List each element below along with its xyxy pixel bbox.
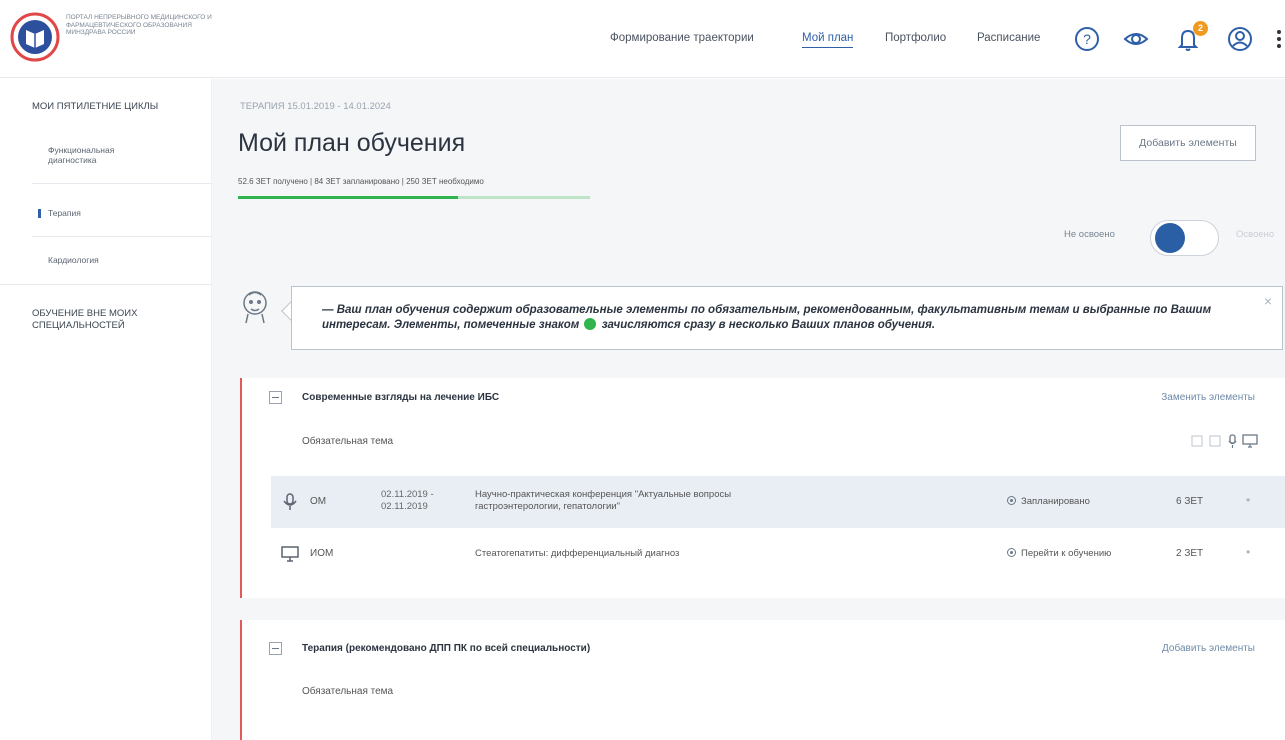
eye-icon[interactable] [1123, 26, 1149, 52]
mascot-icon [243, 291, 267, 324]
row-status[interactable]: Запланировано [1007, 496, 1090, 507]
mastered-toggle[interactable] [1150, 220, 1219, 256]
row-zet: 2 ЗЕТ [1176, 548, 1204, 559]
topic-card: Современные взгляды на лечение ИБС Замен… [240, 378, 1285, 598]
toggle-label-mastered: Освоено [1236, 229, 1275, 240]
collapse-icon[interactable] [269, 642, 282, 655]
sidebar-item-therapy[interactable]: Терапия [48, 208, 81, 218]
row-type: ИОМ [310, 548, 334, 559]
info-text-part2: зачисляются сразу в несколько Ваших план… [601, 319, 936, 331]
filter-icons[interactable] [1190, 433, 1260, 449]
divider [32, 183, 212, 184]
topic-title: Терапия (рекомендовано ДПП ПК по всей сп… [302, 643, 591, 654]
notification-badge: 2 [1193, 21, 1208, 36]
info-banner: — Ваш план обучения содержит образовател… [291, 286, 1283, 350]
status-label: Перейти к обучению [1021, 548, 1112, 559]
portal-logo-text: Портал непрерывного медицинского и фарма… [66, 14, 212, 36]
svg-text:?: ? [1083, 31, 1091, 47]
help-icon[interactable]: ? [1074, 26, 1100, 52]
monitor-icon [281, 546, 299, 562]
multi-plan-icon [584, 318, 597, 330]
table-row[interactable]: ОМ 02.11.2019 - 02.11.2019 Научно-практи… [271, 476, 1285, 528]
row-name-line1: Научно-практическая конференция "Актуаль… [475, 489, 732, 500]
subtopic-label: Обязательная тема [302, 436, 394, 447]
status-label: Запланировано [1021, 496, 1090, 507]
progress-fill [238, 196, 458, 199]
toggle-knob [1155, 223, 1185, 253]
nav-schedule[interactable]: Расписание [977, 32, 1040, 44]
sidebar-item-functional-diagnostics[interactable]: Функциональная диагностика [48, 145, 158, 165]
sidebar-item-cardiology[interactable]: Кардиология [48, 255, 99, 265]
info-text: — Ваш план обучения содержит образовател… [322, 303, 1212, 333]
row-more-icon[interactable]: • [1246, 493, 1250, 507]
row-dates: 02.11.2019 - 02.11.2019 [381, 489, 434, 513]
row-more-icon[interactable]: • [1246, 545, 1250, 559]
zet-stats: 52.6 ЗЕТ получено | 84 ЗЕТ запланировано… [238, 177, 484, 186]
add-elements-button[interactable]: Добавить элементы [1120, 125, 1256, 161]
row-zet: 6 ЗЕТ [1176, 496, 1204, 507]
row-status[interactable]: Перейти к обучению [1007, 548, 1111, 559]
divider [32, 236, 212, 237]
status-radio-icon [1007, 548, 1016, 557]
page-title: Мой план обучения [238, 129, 466, 157]
portal-logo[interactable] [8, 10, 62, 64]
more-icon[interactable] [1277, 30, 1281, 48]
table-row[interactable]: ИОМ Стеатогепатиты: дифференциальный диа… [271, 528, 1285, 580]
nav-trajectory[interactable]: Формирование траектории [610, 32, 754, 44]
row-name-line2: гастроэнтерологии, гепатологии" [475, 501, 620, 512]
row-name[interactable]: Научно-практическая конференция "Актуаль… [475, 489, 875, 513]
nav-my-plan[interactable]: Мой план [802, 32, 854, 48]
top-header: Портал непрерывного медицинского и фарма… [0, 0, 1285, 78]
collapse-icon[interactable] [269, 391, 282, 404]
sidebar-section-other[interactable]: Обучение вне моих специальностей [32, 308, 182, 332]
row-type: ОМ [310, 496, 327, 507]
row-date-end: 02.11.2019 [381, 501, 428, 512]
main-content: ТЕРАПИЯ 15.01.2019 - 14.01.2024 Мой план… [212, 79, 1285, 740]
progress-bar [238, 196, 590, 199]
sidebar: Мои пятилетние циклы Функциональная диаг… [0, 79, 212, 740]
subtopic-label: Обязательная тема [302, 686, 394, 697]
user-icon[interactable] [1227, 26, 1253, 52]
divider [0, 284, 212, 285]
row-date-start: 02.11.2019 - [381, 489, 434, 500]
active-marker [38, 209, 41, 218]
row-name[interactable]: Стеатогепатиты: дифференциальный диагноз [475, 548, 875, 560]
topic-card: Терапия (рекомендовано ДПП ПК по всей сп… [240, 620, 1285, 740]
sidebar-section-cycles: Мои пятилетние циклы [32, 101, 159, 112]
add-elements-link[interactable]: Добавить элементы [1162, 643, 1255, 654]
close-icon[interactable]: × [1264, 293, 1272, 309]
breadcrumb: ТЕРАПИЯ 15.01.2019 - 14.01.2024 [240, 101, 391, 112]
topic-title: Современные взгляды на лечение ИБС [302, 392, 500, 403]
nav-portfolio[interactable]: Портфолио [885, 32, 946, 44]
status-radio-icon [1007, 496, 1016, 505]
toggle-label-not-mastered: Не освоено [1064, 229, 1115, 240]
mic-icon [283, 493, 297, 510]
replace-elements-link[interactable]: Заменить элементы [1161, 392, 1255, 403]
